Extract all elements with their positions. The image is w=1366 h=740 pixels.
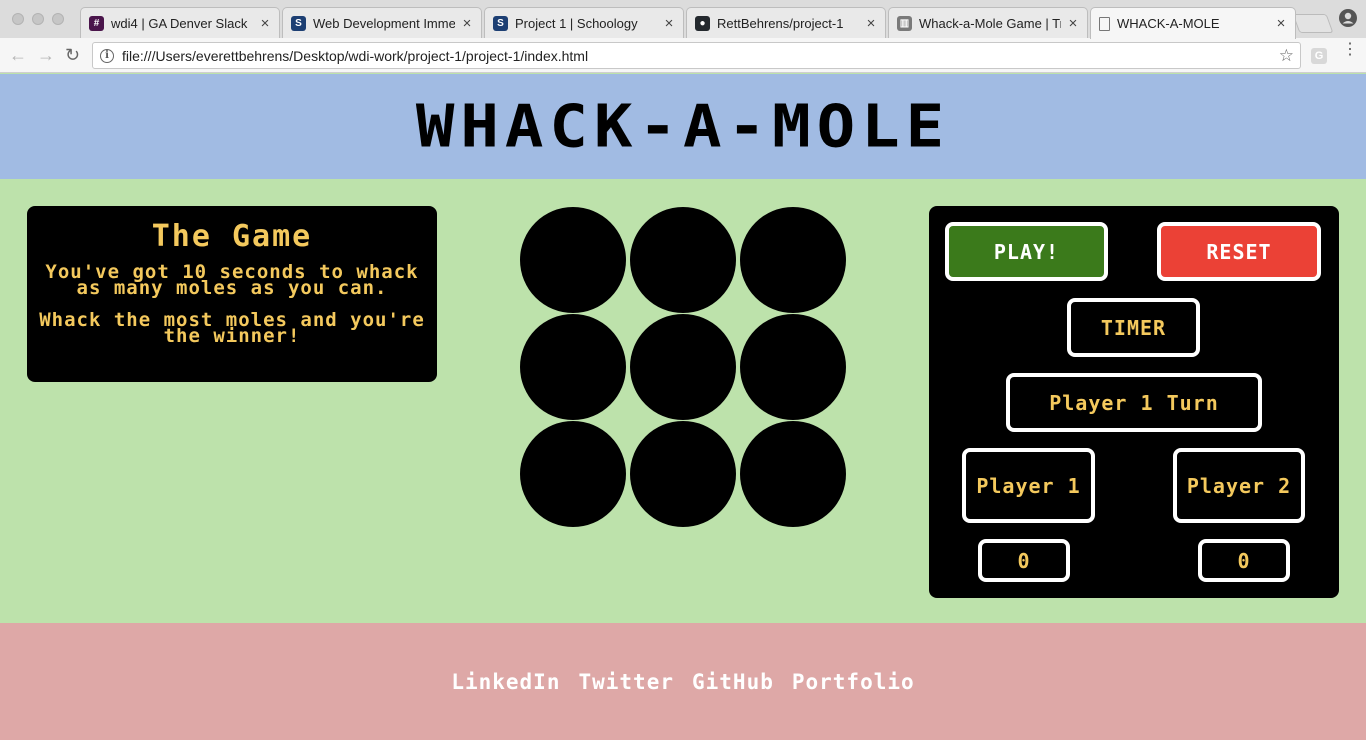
address-bar-url[interactable]: file:///Users/everettbehrens/Desktop/wdi… <box>122 48 1279 64</box>
new-tab-button[interactable] <box>1292 14 1334 33</box>
mole-board <box>520 207 846 529</box>
mole-hole[interactable] <box>520 314 626 420</box>
mole-hole[interactable] <box>630 314 736 420</box>
portfolio-link[interactable]: Portfolio <box>792 670 915 694</box>
player2-score: 0 <box>1198 539 1290 582</box>
mole-hole[interactable] <box>520 421 626 527</box>
linkedin-link[interactable]: LinkedIn <box>451 670 560 694</box>
tab-title: Whack-a-Mole Game | Trello <box>919 15 1061 31</box>
player1-label: Player 1 <box>962 448 1095 523</box>
tab-close-icon[interactable]: × <box>1275 15 1287 32</box>
browser-tab-active[interactable]: WHACK-A-MOLE × <box>1090 7 1296 39</box>
browser-tab[interactable]: # wdi4 | GA Denver Slack × <box>80 7 280 38</box>
browser-tab[interactable]: ▥ Whack-a-Mole Game | Trello × <box>888 7 1088 38</box>
forward-arrow-icon[interactable]: → <box>37 46 55 64</box>
tab-title: Project 1 | Schoology <box>515 15 638 31</box>
page-footer: LinkedIn Twitter GitHub Portfolio <box>0 623 1366 740</box>
tab-close-icon[interactable]: × <box>259 15 271 32</box>
browser-tab[interactable]: S Web Development Immersive × <box>282 7 482 38</box>
profile-icon[interactable] <box>1338 8 1358 28</box>
tab-close-icon[interactable]: × <box>461 15 473 32</box>
game-info-goal: Whack the most moles and you're the winn… <box>39 309 425 347</box>
mole-hole[interactable] <box>630 421 736 527</box>
browser-menu-icon[interactable]: ⋮ <box>1342 42 1358 58</box>
mole-hole[interactable] <box>740 314 846 420</box>
browser-tab[interactable]: ● RettBehrens/project-1 × <box>686 7 886 38</box>
grammarly-extension-icon[interactable]: G <box>1311 48 1327 64</box>
reload-icon[interactable]: ↻ <box>65 46 80 64</box>
window-minimize-button[interactable] <box>32 13 44 25</box>
window-close-button[interactable] <box>12 13 24 25</box>
github-icon: ● <box>695 15 710 31</box>
turn-indicator: Player 1 Turn <box>1006 373 1262 432</box>
trello-icon: ▥ <box>897 15 912 31</box>
bookmark-star-icon[interactable]: ☆ <box>1279 46 1294 66</box>
github-link[interactable]: GitHub <box>692 670 774 694</box>
timer-display: TIMER <box>1067 298 1200 357</box>
tab-title: Web Development Immersive <box>313 15 455 31</box>
tab-title: wdi4 | GA Denver Slack <box>111 15 248 31</box>
player2-label: Player 2 <box>1173 448 1305 523</box>
site-info-icon[interactable]: i <box>100 48 114 63</box>
player1-score: 0 <box>978 539 1070 582</box>
back-arrow-icon[interactable]: ← <box>9 46 27 64</box>
document-icon <box>1099 16 1110 31</box>
browser-toolbar: ← → ↻ i file:///Users/everettbehrens/Des… <box>0 38 1366 73</box>
browser-tab[interactable]: S Project 1 | Schoology × <box>484 7 684 38</box>
reset-button[interactable]: RESET <box>1157 222 1321 281</box>
page-title: WHACK-A-MOLE <box>415 92 951 161</box>
address-bar[interactable]: i file:///Users/everettbehrens/Desktop/w… <box>92 42 1301 69</box>
control-panel: PLAY! RESET TIMER Player 1 Turn Player 1… <box>929 206 1339 598</box>
tab-title: RettBehrens/project-1 <box>717 15 844 31</box>
game-info-card: The Game You've got 10 seconds to whack … <box>27 206 437 382</box>
mole-hole[interactable] <box>630 207 736 313</box>
twitter-link[interactable]: Twitter <box>578 670 674 694</box>
tab-close-icon[interactable]: × <box>1067 15 1079 32</box>
mole-hole[interactable] <box>520 207 626 313</box>
game-info-title: The Game <box>151 219 313 254</box>
slack-hash-icon: # <box>89 15 104 31</box>
tab-close-icon[interactable]: × <box>865 15 877 32</box>
mole-hole[interactable] <box>740 421 846 527</box>
mole-hole[interactable] <box>740 207 846 313</box>
window-zoom-button[interactable] <box>52 13 64 25</box>
tab-title: WHACK-A-MOLE <box>1117 16 1220 31</box>
schoology-icon: S <box>291 15 306 31</box>
tab-close-icon[interactable]: × <box>663 15 675 32</box>
browser-tab-strip: # wdi4 | GA Denver Slack × S Web Develop… <box>0 0 1366 39</box>
page-header: WHACK-A-MOLE <box>0 74 1366 179</box>
game-info-rules: You've got 10 seconds to whack as many m… <box>45 261 419 299</box>
play-button[interactable]: PLAY! <box>945 222 1108 281</box>
schoology-icon: S <box>493 15 508 31</box>
